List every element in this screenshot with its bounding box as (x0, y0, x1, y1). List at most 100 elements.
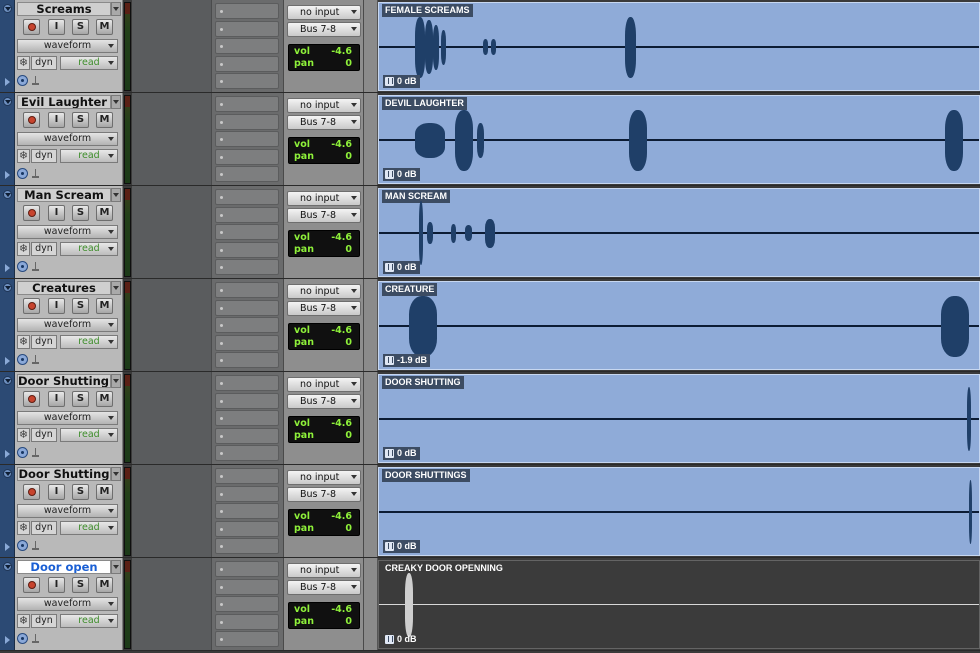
automation-mode-selector[interactable]: read (60, 521, 118, 535)
track-select-strip[interactable] (0, 186, 15, 278)
voice-icon[interactable] (17, 168, 28, 179)
volume-row[interactable]: vol -4.6 (292, 325, 356, 337)
clip-gain[interactable]: 0 dB (383, 447, 420, 460)
track-name-dropdown-icon[interactable] (111, 374, 121, 388)
track-name-dropdown-icon[interactable] (111, 467, 121, 481)
send-slot[interactable] (215, 166, 279, 182)
mute-button[interactable]: M (96, 298, 113, 314)
input-selector[interactable]: no input (287, 191, 361, 206)
track-expand-icon[interactable] (5, 78, 10, 86)
track-view-selector[interactable]: waveform (17, 39, 118, 53)
track-name-dropdown-icon[interactable] (111, 95, 121, 109)
pan-row[interactable]: pan 0 (292, 616, 356, 628)
track-height-pin-icon[interactable] (32, 169, 39, 178)
input-monitor-button[interactable]: I (48, 391, 65, 407)
send-slot[interactable] (215, 561, 279, 577)
mute-button[interactable]: M (96, 391, 113, 407)
input-selector[interactable]: no input (287, 5, 361, 20)
dyn-button[interactable]: dyn (31, 149, 57, 163)
clip-gain[interactable]: -1.9 dB (383, 354, 431, 367)
record-enable-button[interactable] (23, 484, 40, 500)
pan-row[interactable]: pan 0 (292, 244, 356, 256)
record-enable-button[interactable] (23, 298, 40, 314)
volume-row[interactable]: vol -4.6 (292, 46, 356, 58)
input-selector[interactable]: no input (287, 563, 361, 578)
send-slot[interactable] (215, 282, 279, 298)
input-selector[interactable]: no input (287, 377, 361, 392)
volume-value[interactable]: -4.6 (331, 46, 352, 58)
input-monitor-button[interactable]: I (48, 298, 65, 314)
freeze-snowflake-icon[interactable]: ❄ (17, 242, 30, 256)
send-slot[interactable] (215, 96, 279, 112)
track-select-strip[interactable] (0, 372, 15, 464)
send-slot[interactable] (215, 299, 279, 316)
audio-clip[interactable]: CREATURE -1.9 dB (378, 281, 980, 370)
send-slot[interactable] (215, 131, 279, 147)
voice-icon[interactable] (17, 75, 28, 86)
volume-value[interactable]: -4.6 (331, 325, 352, 337)
freeze-snowflake-icon[interactable]: ❄ (17, 149, 30, 163)
track-name[interactable]: Door Shutting (17, 467, 111, 481)
pan-value[interactable]: 0 (345, 151, 352, 163)
volume-row[interactable]: vol -4.6 (292, 511, 356, 523)
send-slot[interactable] (215, 73, 279, 89)
send-slot[interactable] (215, 189, 279, 205)
pan-value[interactable]: 0 (345, 244, 352, 256)
track-expand-icon[interactable] (5, 264, 10, 272)
send-slot[interactable] (215, 241, 279, 258)
pan-value[interactable]: 0 (345, 616, 352, 628)
track-name[interactable]: Creatures (17, 281, 111, 295)
automation-mode-selector[interactable]: read (60, 614, 118, 628)
output-selector[interactable]: Bus 7-8 (287, 115, 361, 130)
volume-value[interactable]: -4.6 (331, 232, 352, 244)
voice-icon[interactable] (17, 354, 28, 365)
track-view-selector[interactable]: waveform (17, 411, 118, 425)
mute-button[interactable]: M (96, 577, 113, 593)
input-monitor-button[interactable]: I (48, 205, 65, 221)
send-slot[interactable] (215, 334, 279, 351)
track-expand-icon[interactable] (5, 450, 10, 458)
output-selector[interactable]: Bus 7-8 (287, 580, 361, 595)
send-slot[interactable] (215, 596, 279, 612)
track-height-pin-icon[interactable] (32, 76, 39, 85)
volume-value[interactable]: -4.6 (331, 139, 352, 151)
send-slot[interactable] (215, 520, 279, 537)
send-slot[interactable] (215, 392, 279, 409)
send-slot[interactable] (215, 578, 279, 595)
voice-icon[interactable] (17, 447, 28, 458)
track-name[interactable]: Door open (17, 560, 111, 574)
send-slot[interactable] (215, 468, 279, 484)
pan-value[interactable]: 0 (345, 430, 352, 442)
clip-gain[interactable]: 0 dB (383, 633, 420, 646)
voice-icon[interactable] (17, 540, 28, 551)
track-name-dropdown-icon[interactable] (111, 2, 121, 16)
volume-value[interactable]: -4.6 (331, 418, 352, 430)
output-selector[interactable]: Bus 7-8 (287, 394, 361, 409)
send-slot[interactable] (215, 206, 279, 223)
track-select-strip[interactable] (0, 279, 15, 371)
solo-button[interactable]: S (72, 19, 89, 35)
send-slot[interactable] (215, 410, 279, 426)
track-height-pin-icon[interactable] (32, 355, 39, 364)
track-select-strip[interactable] (0, 93, 15, 185)
send-slot[interactable] (215, 445, 279, 461)
track-expand-icon[interactable] (5, 636, 10, 644)
send-slot[interactable] (215, 259, 279, 275)
track-name[interactable]: Evil Laughter (17, 95, 111, 109)
clip-gain[interactable]: 0 dB (383, 168, 420, 181)
mute-button[interactable]: M (96, 484, 113, 500)
clip-gain[interactable]: 0 dB (383, 540, 420, 553)
pan-row[interactable]: pan 0 (292, 58, 356, 70)
freeze-snowflake-icon[interactable]: ❄ (17, 521, 30, 535)
mute-button[interactable]: M (96, 205, 113, 221)
automation-mode-selector[interactable]: read (60, 149, 118, 163)
send-slot[interactable] (215, 503, 279, 519)
track-options-icon[interactable] (3, 190, 12, 199)
dyn-button[interactable]: dyn (31, 335, 57, 349)
track-view-selector[interactable]: waveform (17, 597, 118, 611)
clip-gain[interactable]: 0 dB (383, 75, 420, 88)
clip-gain[interactable]: 0 dB (383, 261, 420, 274)
output-selector[interactable]: Bus 7-8 (287, 487, 361, 502)
volume-row[interactable]: vol -4.6 (292, 232, 356, 244)
output-selector[interactable]: Bus 7-8 (287, 22, 361, 37)
